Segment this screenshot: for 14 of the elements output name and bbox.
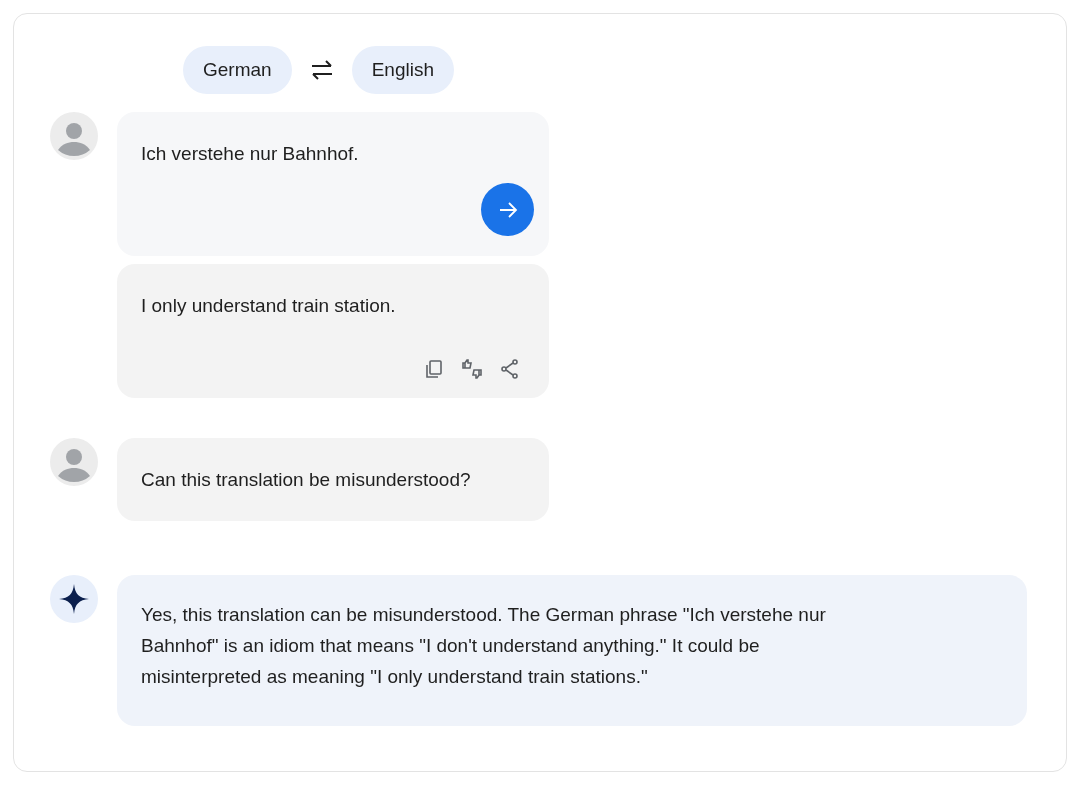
answer-text: Yes, this translation can be misunderstood. The German phrase "Ich verstehe nur Bahnhof" is an idiom that means "I don't understand anything." It could be misinterpreted as meaning "I only understand train stations." (117, 575, 1027, 726)
swap-icon[interactable] (309, 59, 334, 81)
user-avatar-icon (50, 112, 98, 160)
sparkle-avatar-icon (50, 575, 98, 623)
source-language-button[interactable]: German (183, 46, 292, 94)
target-language-button[interactable]: English (351, 46, 454, 94)
message-text: Can this translation be misunderstood? (141, 469, 471, 490)
feedback-icon[interactable] (461, 358, 483, 380)
submit-button[interactable] (481, 183, 534, 236)
message-text: Ich verstehe nur Bahnhof. (141, 142, 360, 166)
user-avatar-icon (50, 438, 98, 486)
copy-icon[interactable] (423, 358, 445, 380)
share-icon[interactable] (499, 358, 521, 380)
message-text: I only understand train station. (141, 294, 397, 318)
